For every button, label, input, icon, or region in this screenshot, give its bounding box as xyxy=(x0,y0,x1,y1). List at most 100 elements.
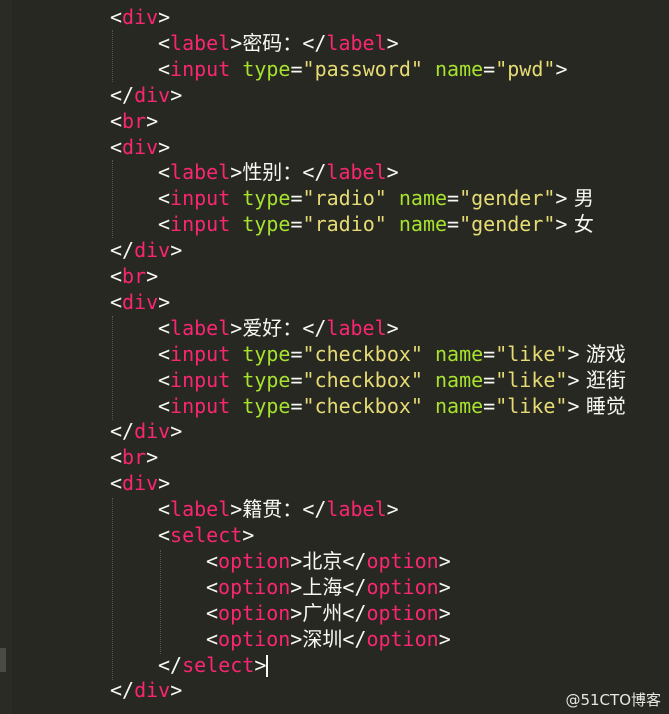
bracket-token: </ xyxy=(110,82,135,107)
attribute-name-token: type xyxy=(242,367,291,392)
tag-name-token: select xyxy=(182,652,255,677)
equals-token: = xyxy=(290,393,303,418)
code-line: <option>深圳</option> xyxy=(206,626,451,652)
code-line: <select> xyxy=(158,522,254,548)
text-content-token: 密码： xyxy=(242,30,303,55)
tag-name-token: input xyxy=(170,56,231,81)
bracket-token: </ xyxy=(302,315,327,340)
bracket-token: > xyxy=(555,212,568,237)
tag-name-token: div xyxy=(122,5,159,29)
bracket-token: > xyxy=(170,238,183,263)
code-line: <option>上海</option> xyxy=(206,574,451,600)
tag-name-token: label xyxy=(170,30,231,55)
bracket-token: </ xyxy=(342,626,367,651)
attribute-name-token: type xyxy=(242,186,291,211)
equals-token: = xyxy=(483,56,496,81)
attribute-name-token: name xyxy=(435,56,484,81)
code-line: <input type="checkbox" name="like"> 游戏 xyxy=(158,341,626,367)
bracket-token: > xyxy=(158,289,171,314)
code-line: <div> xyxy=(110,4,170,30)
bracket-token: > xyxy=(438,548,451,573)
bracket-token: > xyxy=(290,626,303,651)
indent-guide xyxy=(112,498,114,680)
bracket-token: </ xyxy=(110,238,135,263)
bracket-token: </ xyxy=(302,160,327,185)
bracket-token: < xyxy=(158,186,171,211)
code-editor[interactable]: <div> <label>密码：</label> <input type="pass… xyxy=(0,0,669,714)
bracket-token: < xyxy=(110,108,123,133)
tag-name-token: div xyxy=(134,238,171,263)
bracket-token: > xyxy=(170,419,183,444)
attribute-value-token: "like" xyxy=(495,341,568,366)
text-content-token: 爱好： xyxy=(242,315,303,340)
tag-name-token: br xyxy=(122,264,147,288)
attribute-name-token: type xyxy=(242,341,291,366)
bracket-token: > xyxy=(158,134,171,159)
bracket-token: < xyxy=(158,160,171,185)
attribute-value-token: "checkbox" xyxy=(302,393,423,418)
bracket-token: > xyxy=(230,497,243,522)
equals-token: = xyxy=(290,186,303,211)
code-line: <label>籍贯：</label> xyxy=(158,496,399,522)
bracket-token: < xyxy=(110,289,123,314)
tag-name-token: input xyxy=(170,341,231,366)
code-line: <option>广州</option> xyxy=(206,600,451,626)
bracket-token: < xyxy=(158,341,171,366)
tag-name-token: input xyxy=(170,393,231,418)
bracket-token: < xyxy=(110,264,123,288)
tag-name-token: div xyxy=(134,82,171,107)
indent-guide xyxy=(112,30,114,82)
code-line: </select> xyxy=(158,652,269,678)
code-line: </div> xyxy=(110,82,182,108)
text-content-token: 性别： xyxy=(242,160,303,185)
text-cursor xyxy=(266,655,269,677)
attribute-name-token: name xyxy=(398,186,448,211)
bracket-token: > xyxy=(555,186,568,211)
equals-token: = xyxy=(290,367,303,392)
tag-name-token: option xyxy=(366,600,439,625)
tag-name-token: label xyxy=(170,315,231,340)
bracket-token: < xyxy=(110,471,123,496)
bracket-token: > xyxy=(146,108,159,133)
code-line: <input type="password" name="pwd"> xyxy=(158,56,567,82)
equals-token: = xyxy=(290,212,303,237)
code-line: <br> xyxy=(110,263,158,289)
bracket-token: > xyxy=(567,367,580,392)
bracket-token: > xyxy=(386,160,399,185)
text-content-token: 广州 xyxy=(302,600,343,625)
attribute-name-token: name xyxy=(398,212,448,237)
bracket-token: < xyxy=(158,367,171,392)
attribute-name-token: type xyxy=(242,212,291,237)
bracket-token: < xyxy=(158,523,171,547)
bracket-token: </ xyxy=(302,497,327,522)
bracket-token: > xyxy=(555,56,568,81)
tag-name-token: input xyxy=(170,367,231,392)
bracket-token: < xyxy=(158,212,171,237)
bracket-token: < xyxy=(110,134,123,159)
tag-name-token: div xyxy=(122,134,159,159)
tag-name-token: option xyxy=(218,574,291,599)
tag-name-token: label xyxy=(326,160,387,185)
code-line: <label>爱好：</label> xyxy=(158,315,399,341)
tag-name-token: div xyxy=(134,419,171,444)
code-line: <input type="radio" name="gender"> 男 xyxy=(158,185,594,211)
tag-name-token: option xyxy=(366,626,439,651)
bracket-token: </ xyxy=(158,652,183,677)
attribute-value-token: "checkbox" xyxy=(302,367,423,392)
attribute-value-token: "radio" xyxy=(302,212,387,237)
text-content-token: 上海 xyxy=(302,574,343,599)
text-content-token: 女 xyxy=(567,212,594,237)
bracket-token: > xyxy=(230,160,243,185)
attribute-value-token: "pwd" xyxy=(495,56,556,81)
code-line: <div> xyxy=(110,134,170,160)
tag-name-token: label xyxy=(326,497,387,522)
attribute-name-token: name xyxy=(435,393,484,418)
